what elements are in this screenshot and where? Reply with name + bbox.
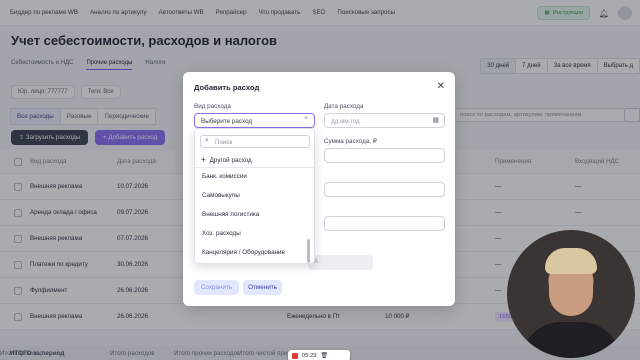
expense-date-placeholder: дд.мм.год	[331, 118, 360, 125]
dropdown-scrollbar[interactable]	[307, 239, 310, 263]
expense-type-label: Вид расхода	[194, 103, 231, 110]
recording-time: 05:29	[302, 352, 317, 359]
amount-field[interactable]	[324, 148, 445, 163]
dropdown-item[interactable]: Самовыкупы	[202, 192, 240, 199]
dropdown-item[interactable]: Банк. комиссии	[202, 173, 247, 180]
extra-field-2[interactable]	[324, 216, 445, 231]
modal-title: Добавить расход	[194, 83, 260, 92]
presenter-shirt	[521, 322, 621, 358]
dropdown-item[interactable]: Хоз. расходы	[202, 230, 241, 237]
trash-icon[interactable]: 🗑︎	[321, 353, 328, 359]
secondary-action-button[interactable]: А	[308, 255, 373, 270]
expense-type-dropdown: ⌕ Поиск + Другой расход Банк. комиссии Са…	[194, 128, 315, 264]
cancel-button[interactable]: Отменить	[243, 280, 282, 295]
expense-date-field[interactable]: дд.мм.год ▦	[324, 113, 445, 128]
other-expense-option[interactable]: + Другой расход	[201, 155, 252, 164]
presenter-hair	[545, 248, 597, 274]
expense-type-select[interactable]: Выберите расход ⌃	[194, 113, 315, 128]
dropdown-item[interactable]: Канцелярия / Оборудование	[202, 249, 285, 256]
plus-icon: +	[201, 155, 206, 164]
presenter-video	[507, 230, 635, 358]
screen-recorder-bar: 05:29 🗑︎	[288, 350, 350, 360]
search-icon: ⌕	[205, 137, 209, 144]
extra-field-1[interactable]	[324, 182, 445, 197]
dropdown-divider	[195, 167, 314, 168]
save-button[interactable]: Сохранить	[194, 280, 239, 295]
other-expense-label: Другой расход	[209, 157, 252, 164]
expense-date-label: Дата расхода	[324, 103, 364, 110]
amount-label: Сумма расхода, ₽	[324, 138, 377, 145]
expense-type-placeholder: Выберите расход	[201, 118, 253, 125]
close-icon[interactable]: ✕	[437, 81, 445, 92]
calendar-icon[interactable]: ▦	[432, 116, 439, 124]
chevron-up-icon: ⌃	[303, 117, 309, 124]
dropdown-search-input[interactable]: ⌕ Поиск	[200, 135, 310, 148]
dropdown-item[interactable]: Внешняя логистика	[202, 211, 259, 218]
dropdown-search-placeholder: Поиск	[215, 139, 233, 146]
stop-record-icon[interactable]	[292, 352, 298, 359]
